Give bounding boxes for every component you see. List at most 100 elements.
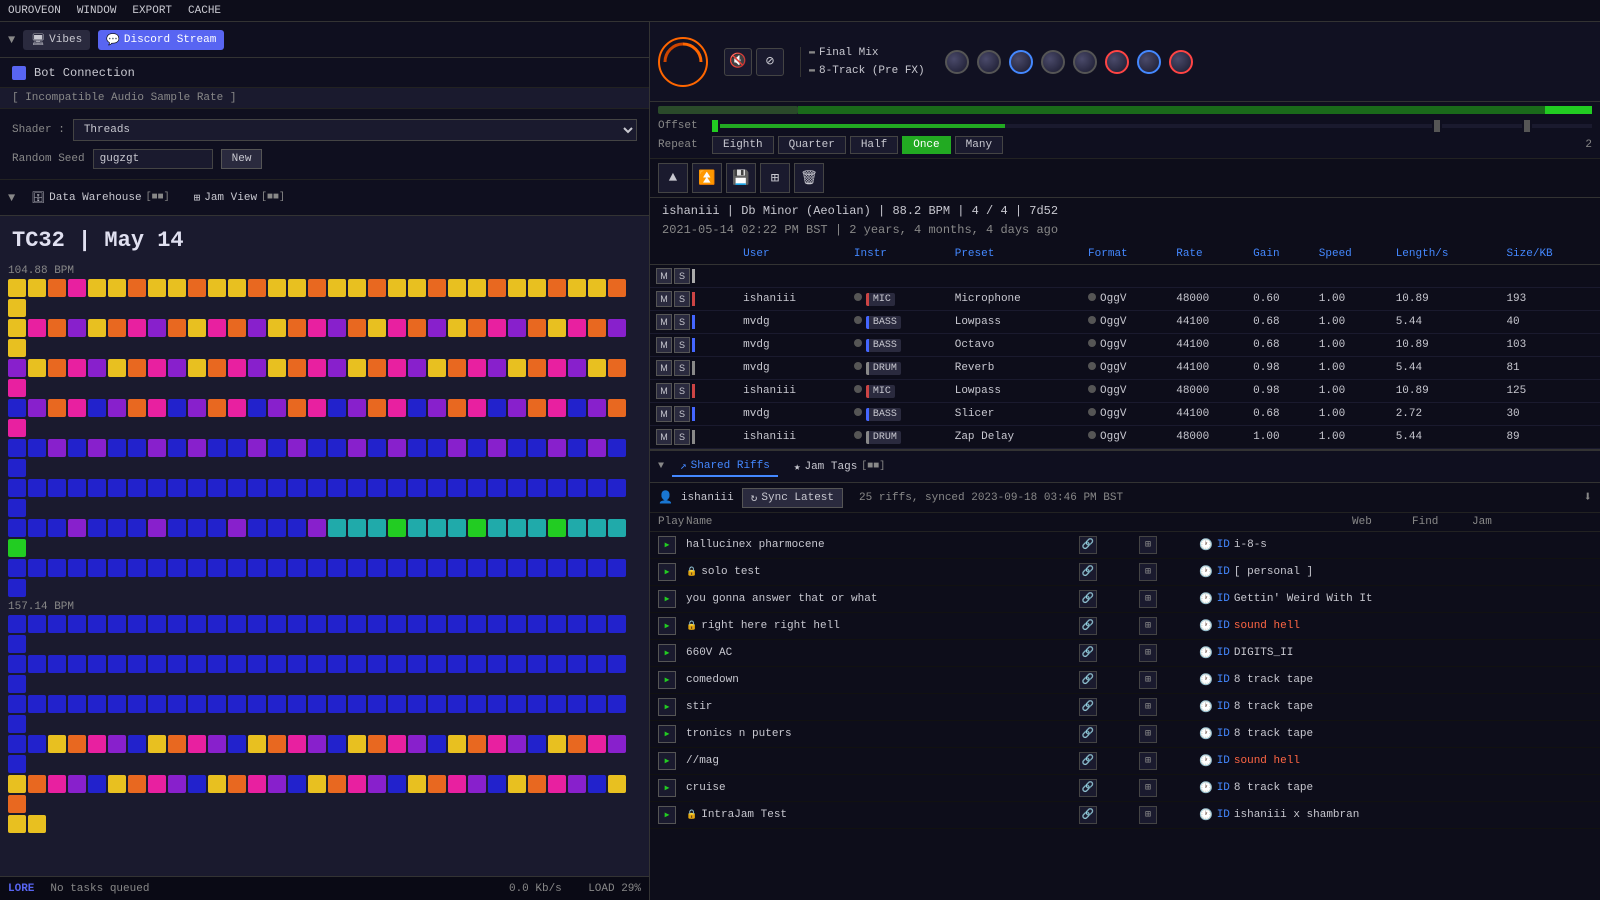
grid-cell[interactable] — [28, 279, 46, 297]
grid-cell[interactable] — [408, 479, 426, 497]
grid-cell[interactable] — [428, 735, 446, 753]
grid-cell[interactable] — [268, 319, 286, 337]
grid-cell[interactable] — [128, 439, 146, 457]
grid-cell[interactable] — [408, 735, 426, 753]
grid-cell[interactable] — [528, 615, 546, 633]
grid-find-icon[interactable]: ⊞ — [1139, 752, 1157, 770]
grid-cell[interactable] — [168, 775, 186, 793]
grid-cell[interactable] — [288, 399, 306, 417]
solo-track-btn-empty[interactable]: S — [674, 268, 690, 284]
grid-cell[interactable] — [228, 559, 246, 577]
grid-cell[interactable] — [268, 559, 286, 577]
grid-cell[interactable] — [168, 279, 186, 297]
grid-cell[interactable] — [468, 359, 486, 377]
grid-cell[interactable] — [608, 735, 626, 753]
grid-cell[interactable] — [308, 775, 326, 793]
grid-cell[interactable] — [148, 559, 166, 577]
sync-latest-button[interactable]: ↻ Sync Latest — [742, 488, 843, 508]
grid-cell[interactable] — [328, 615, 346, 633]
grid-cell[interactable] — [28, 319, 46, 337]
grid-cell[interactable] — [468, 695, 486, 713]
grid-cell[interactable] — [8, 299, 26, 317]
grid-cell[interactable] — [348, 439, 366, 457]
grid-cell[interactable] — [568, 815, 586, 833]
grid-cell[interactable] — [608, 695, 626, 713]
grid-cell[interactable] — [228, 479, 246, 497]
grid-cell[interactable] — [348, 735, 366, 753]
grid-cell[interactable] — [308, 815, 326, 833]
knob-3[interactable] — [1009, 50, 1033, 74]
grid-cell[interactable] — [48, 279, 66, 297]
grid-cell[interactable] — [108, 655, 126, 673]
grid-cell[interactable] — [208, 479, 226, 497]
grid-cell[interactable] — [308, 399, 326, 417]
grid-cell[interactable] — [588, 815, 606, 833]
grid-cell[interactable] — [408, 559, 426, 577]
table-row[interactable]: MS — [650, 265, 1600, 288]
grid-cell[interactable] — [288, 655, 306, 673]
grid-cell[interactable] — [348, 775, 366, 793]
grid-cell[interactable] — [508, 439, 526, 457]
grid-cell[interactable] — [268, 519, 286, 537]
grid-cell[interactable] — [368, 775, 386, 793]
grid-cell[interactable] — [448, 735, 466, 753]
grid-cell[interactable] — [188, 655, 206, 673]
grid-cell[interactable] — [228, 359, 246, 377]
shader-select[interactable]: Threads — [73, 119, 637, 141]
grid-cell[interactable] — [308, 615, 326, 633]
grid-cell[interactable] — [148, 615, 166, 633]
grid-cell[interactable] — [208, 399, 226, 417]
grid-cell[interactable] — [368, 815, 386, 833]
grid-cell[interactable] — [508, 279, 526, 297]
grid-cell[interactable] — [568, 775, 586, 793]
grid-cell[interactable] — [508, 559, 526, 577]
grid-cell[interactable] — [268, 439, 286, 457]
grid-cell[interactable] — [48, 319, 66, 337]
grid-cell[interactable] — [68, 519, 86, 537]
grid-cell[interactable] — [168, 519, 186, 537]
repeat-quarter[interactable]: Quarter — [778, 136, 846, 154]
grid-cell[interactable] — [528, 479, 546, 497]
grid-cell[interactable] — [228, 735, 246, 753]
grid-cell[interactable] — [488, 479, 506, 497]
grid-cell[interactable] — [88, 695, 106, 713]
grid-cell[interactable] — [28, 775, 46, 793]
grid-cell[interactable] — [308, 735, 326, 753]
grid-find-icon[interactable]: ⊞ — [1139, 779, 1157, 797]
link-icon[interactable]: 🔗 — [1079, 698, 1097, 716]
grid-cell[interactable] — [528, 439, 546, 457]
grid-cell[interactable] — [88, 359, 106, 377]
grid-cell[interactable] — [68, 439, 86, 457]
grid-cell[interactable] — [248, 479, 266, 497]
grid-cell[interactable] — [168, 319, 186, 337]
grid-cell[interactable] — [308, 519, 326, 537]
grid-cell[interactable] — [448, 439, 466, 457]
grid-cell[interactable] — [568, 399, 586, 417]
tab-jam-tags[interactable]: ★ Jam Tags [■■] — [786, 458, 893, 476]
grid-cell[interactable] — [268, 655, 286, 673]
grid-cell[interactable] — [68, 359, 86, 377]
grid-cell[interactable] — [288, 735, 306, 753]
knob-1[interactable] — [945, 50, 969, 74]
grid-cell[interactable] — [608, 655, 626, 673]
grid-cell[interactable] — [548, 479, 566, 497]
grid-cell[interactable] — [408, 615, 426, 633]
grid-cell[interactable] — [188, 735, 206, 753]
solo-track-btn[interactable]: S — [674, 429, 690, 445]
grid-cell[interactable] — [128, 479, 146, 497]
grid-cell[interactable] — [188, 479, 206, 497]
grid-cell[interactable] — [348, 399, 366, 417]
grid-cell[interactable] — [48, 479, 66, 497]
grid-cell[interactable] — [48, 615, 66, 633]
table-row[interactable]: MSishaniiiDRUMZap DelayOggV480001.001.00… — [650, 426, 1600, 449]
grid-cell[interactable] — [528, 519, 546, 537]
grid-cell[interactable] — [588, 559, 606, 577]
table-row[interactable]: MSmvdgBASSLowpassOggV441000.681.005.4440 — [650, 311, 1600, 334]
grid-cell[interactable] — [248, 815, 266, 833]
grid-cell[interactable] — [488, 775, 506, 793]
link-icon[interactable]: 🔗 — [1079, 563, 1097, 581]
grid-cell[interactable] — [428, 519, 446, 537]
grid-cell[interactable] — [248, 439, 266, 457]
grid-cell[interactable] — [268, 775, 286, 793]
grid-cell[interactable] — [328, 815, 346, 833]
